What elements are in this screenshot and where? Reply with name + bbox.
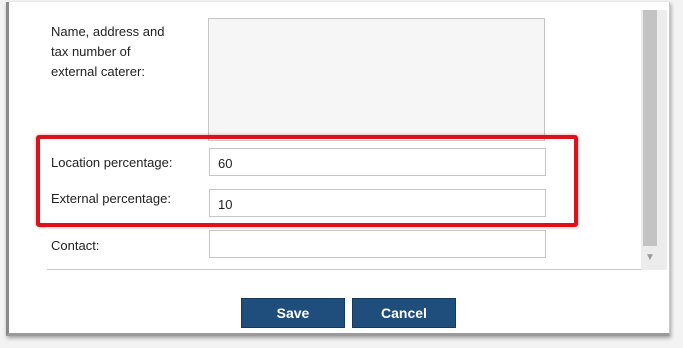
external-percentage-label: External percentage: bbox=[51, 191, 171, 206]
location-percentage-label: Location percentage: bbox=[51, 155, 173, 170]
location-percentage-input[interactable]: 60 bbox=[209, 148, 546, 176]
screenshot-stage: Name, address and tax number of external… bbox=[0, 0, 683, 348]
dialog: Name, address and tax number of external… bbox=[6, 2, 670, 336]
save-button[interactable]: Save bbox=[241, 298, 345, 328]
contact-label: Contact: bbox=[51, 238, 100, 253]
scrollbar-thumb[interactable] bbox=[643, 10, 657, 246]
external-percentage-input[interactable]: 10 bbox=[209, 189, 546, 217]
cancel-button[interactable]: Cancel bbox=[352, 298, 456, 328]
caterer-textarea[interactable] bbox=[208, 18, 545, 141]
scroll-down-arrow-icon[interactable]: ▼ bbox=[645, 253, 655, 263]
form-divider bbox=[47, 269, 667, 270]
contact-input[interactable] bbox=[209, 230, 546, 258]
caterer-label-line-1: Name, address and bbox=[51, 24, 165, 39]
caterer-label-line-2: tax number of bbox=[51, 44, 131, 59]
vertical-scrollbar[interactable]: ▼ bbox=[641, 10, 667, 270]
caterer-label-line-3: external caterer: bbox=[51, 64, 145, 79]
